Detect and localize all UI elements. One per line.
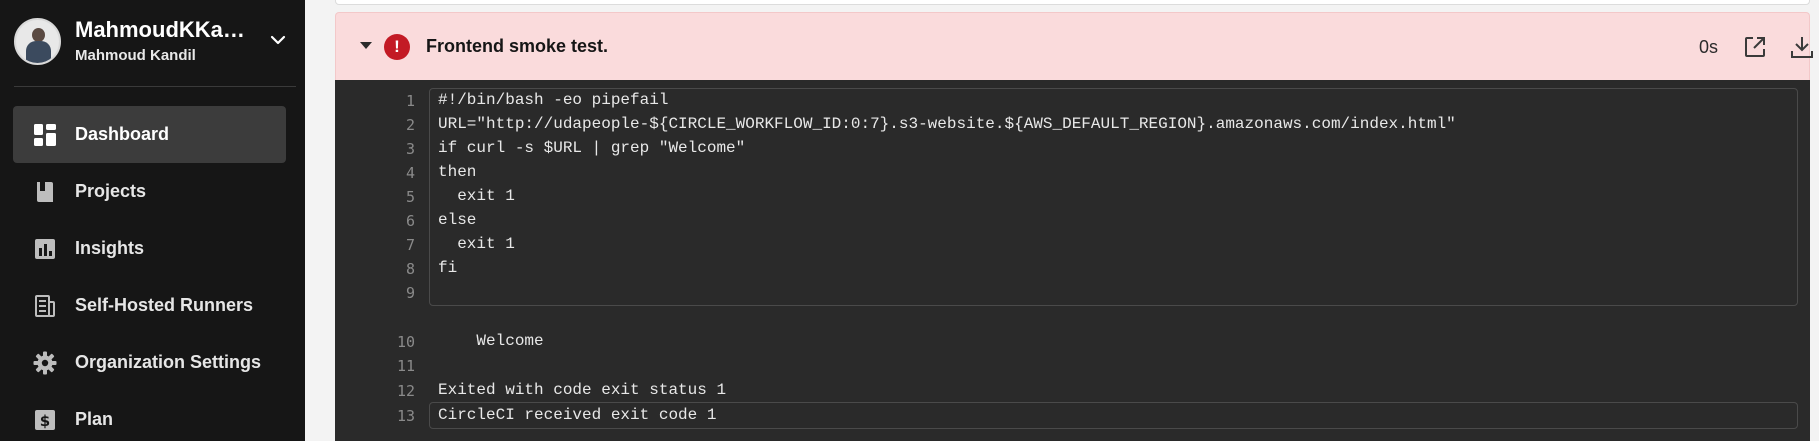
line-number: 3 <box>405 140 415 158</box>
svg-text:$: $ <box>40 412 50 430</box>
sidebar-item-label: Projects <box>75 181 147 201</box>
projects-icon <box>37 182 53 202</box>
log-line: Welcome <box>438 332 544 350</box>
line-number: 8 <box>405 260 415 278</box>
line-number: 10 <box>396 333 415 351</box>
collapse-caret-icon[interactable] <box>360 42 372 49</box>
download-icon[interactable] <box>1789 34 1815 60</box>
log-line: exit 1 <box>438 187 515 205</box>
log-line: CircleCI received exit code 1 <box>438 406 717 424</box>
step-duration: 0s <box>1699 37 1719 57</box>
runners-icon <box>35 295 55 317</box>
line-number: 13 <box>396 407 415 425</box>
sidebar-item-label: Insights <box>75 238 145 258</box>
sidebar-item-self-hosted-runners[interactable]: Self-Hosted Runners <box>13 277 286 334</box>
log-line: else <box>438 211 477 229</box>
gear-icon <box>33 351 57 375</box>
sidebar-item-insights[interactable]: Insights <box>13 220 286 277</box>
line-number: 9 <box>405 284 415 302</box>
log-line: fi <box>438 259 458 277</box>
sidebar-item-label: Self-Hosted Runners <box>75 295 254 315</box>
open-external-icon[interactable] <box>1743 35 1767 59</box>
line-number: 2 <box>405 116 415 134</box>
sidebar-item-label: Plan <box>75 409 114 429</box>
line-number: 5 <box>405 188 415 206</box>
main-content: ! Frontend smoke test. 0s 1 #!/bin/bash … <box>305 0 1819 441</box>
log-line: then <box>438 163 477 181</box>
dollar-icon: $ <box>35 410 55 430</box>
org-name: MahmoudKKa… <box>75 17 245 42</box>
log-line: URL="http://udapeople-${CIRCLE_WORKFLOW_… <box>438 115 1456 133</box>
sidebar-item-label: Organization Settings <box>75 352 262 372</box>
log-output: 1 #!/bin/bash -eo pipefail 2 URL="http:/… <box>335 80 1810 441</box>
sidebar-item-projects[interactable]: Projects <box>13 163 286 220</box>
log-line: Exited with code exit status 1 <box>438 381 727 399</box>
error-icon: ! <box>384 34 410 60</box>
org-user: Mahmoud Kandil <box>75 47 196 64</box>
sidebar-item-label: Dashboard <box>75 124 170 144</box>
line-number: 6 <box>405 212 415 230</box>
sidebar-item-dashboard[interactable]: Dashboard <box>13 106 286 163</box>
chevron-down-icon[interactable] <box>268 30 288 50</box>
sidebar-item-organization-settings[interactable]: Organization Settings <box>13 334 286 391</box>
line-number: 7 <box>405 236 415 254</box>
sidebar-divider <box>14 86 296 87</box>
previous-step-card <box>335 0 1810 5</box>
org-switcher[interactable]: MahmoudKKa… Mahmoud Kandil <box>0 0 305 86</box>
log-line: #!/bin/bash -eo pipefail <box>438 91 669 109</box>
step-title: Frontend smoke test. <box>426 36 609 56</box>
sidebar-item-plan[interactable]: $ Plan <box>13 391 286 441</box>
insights-icon <box>35 239 55 259</box>
line-number: 11 <box>396 357 415 375</box>
log-line: if curl -s $URL | grep "Welcome" <box>438 139 746 157</box>
log-line: exit 1 <box>438 235 515 253</box>
sidebar: MahmoudKKa… Mahmoud Kandil Dashboard Pro… <box>0 0 305 441</box>
step-header[interactable]: ! Frontend smoke test. 0s <box>335 12 1813 80</box>
line-number: 1 <box>405 92 415 110</box>
line-number: 4 <box>405 164 415 182</box>
dashboard-icon <box>34 124 56 146</box>
avatar <box>14 18 61 65</box>
line-number: 12 <box>396 382 415 400</box>
